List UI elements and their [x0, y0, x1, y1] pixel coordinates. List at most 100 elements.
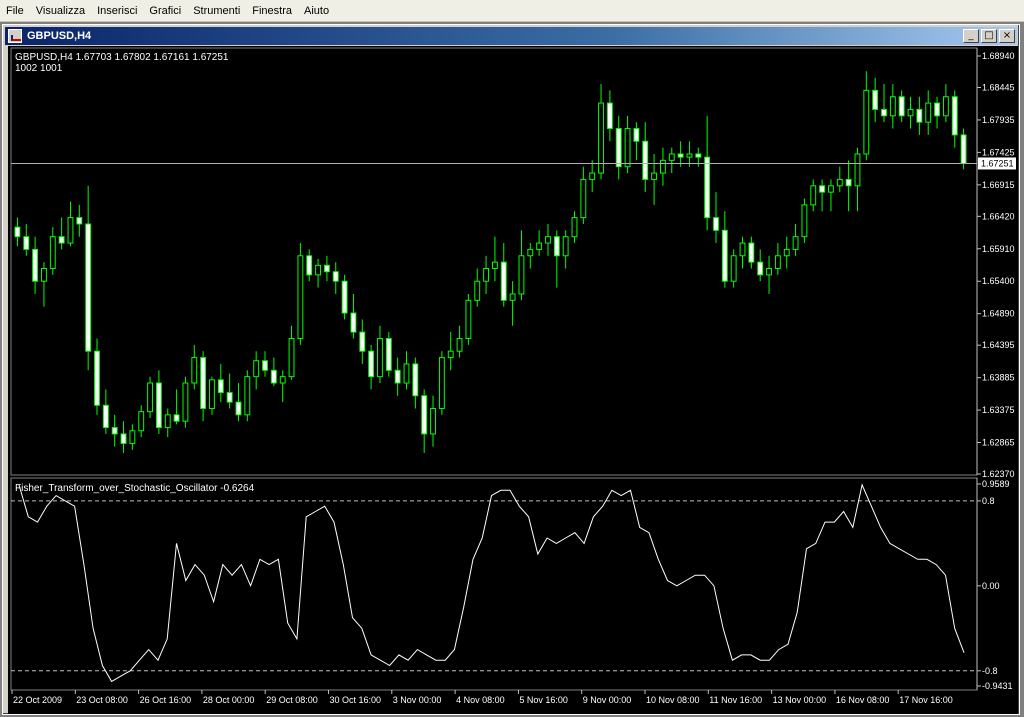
candle-body: [925, 102, 932, 123]
bar-count-info: 1002 1001: [15, 63, 63, 74]
price-tick-label: 1.67425: [982, 147, 1015, 157]
close-button[interactable]: ×: [999, 29, 1015, 43]
candle-body: [200, 357, 207, 409]
time-tick-label: 16 Nov 08:00: [836, 695, 890, 705]
price-tick-label: 1.63885: [982, 373, 1015, 383]
candle-body: [801, 204, 808, 238]
candle-body: [129, 430, 136, 444]
candle-body: [686, 153, 693, 158]
candle-body: [571, 217, 578, 238]
candle-body: [385, 337, 392, 371]
candle-body: [226, 392, 233, 403]
candle-body: [209, 379, 215, 409]
candle-body: [606, 102, 613, 130]
indicator-tick-label: -0.9431: [982, 681, 1013, 691]
last-price-label: 1.67251: [981, 158, 1014, 168]
candle-body: [173, 414, 180, 422]
candle-body: [509, 293, 516, 301]
candle-body: [341, 280, 348, 314]
menu-strumenti[interactable]: Strumenti: [187, 0, 246, 22]
candle-body: [253, 360, 260, 378]
time-tick-label: 11 Nov 16:00: [709, 695, 762, 705]
time-tick-label: 17 Nov 16:00: [899, 695, 953, 705]
candle-body: [279, 376, 286, 384]
time-tick-label: 29 Oct 08:00: [266, 695, 318, 705]
price-tick-label: 1.64890: [982, 309, 1015, 319]
candle-body: [774, 255, 781, 269]
candle-body: [642, 140, 649, 180]
candle-body: [527, 248, 534, 257]
candle-body: [748, 242, 755, 263]
candle-body: [465, 299, 472, 339]
candle-body: [907, 108, 914, 117]
candle-body: [359, 331, 366, 352]
candle-body: [403, 363, 410, 384]
candle-body: [730, 255, 737, 282]
candle-body: [377, 337, 383, 378]
candle-body: [474, 280, 481, 301]
candle-body: [350, 312, 357, 333]
candle-body: [562, 236, 569, 257]
candle-body: [58, 236, 65, 244]
candle-body: [483, 267, 490, 282]
candle-body: [889, 96, 896, 117]
candle-body: [323, 264, 330, 273]
candle-body: [518, 255, 525, 295]
candle-body: [677, 153, 684, 158]
candle-body: [155, 382, 162, 429]
minimize-button[interactable]: _: [963, 29, 979, 43]
price-tick-label: 1.65400: [982, 276, 1015, 286]
candle-body: [262, 360, 268, 371]
time-tick-label: 9 Nov 00:00: [583, 695, 632, 705]
menu-inserisci[interactable]: Inserisci: [91, 0, 143, 22]
candle-body: [412, 363, 419, 397]
chart-canvas[interactable]: GBPUSD,H4 1.67703 1.67802 1.67161 1.6725…: [8, 46, 1018, 714]
candle-body: [67, 217, 74, 244]
candle-body: [111, 427, 118, 435]
time-tick-label: 28 Oct 00:00: [203, 695, 255, 705]
time-tick-label: 5 Nov 16:00: [519, 695, 568, 705]
price-tick-label: 1.63375: [982, 405, 1015, 415]
candle-body: [430, 407, 436, 435]
candle-body: [589, 172, 596, 180]
price-tick-label: 1.67935: [982, 115, 1015, 125]
candle-body: [553, 236, 560, 257]
candle-body: [951, 96, 958, 136]
candle-body: [828, 185, 834, 193]
candle-body: [456, 337, 463, 352]
candle-body: [288, 337, 295, 378]
candle-body: [881, 108, 887, 117]
candle-body: [659, 159, 666, 174]
candle-body: [810, 185, 817, 206]
candle-body: [421, 395, 428, 435]
maximize-button[interactable]: □: [981, 29, 997, 43]
indicator-tick-label: -0.8: [982, 666, 998, 676]
candle-body: [766, 267, 772, 276]
chart-window-titlebar[interactable]: GBPUSD,H4 _ □ ×: [5, 27, 1017, 45]
candle-body: [120, 433, 127, 444]
candle-body: [615, 128, 622, 168]
menu-grafici[interactable]: Grafici: [143, 0, 187, 22]
menu-finestra[interactable]: Finestra: [246, 0, 298, 22]
window-title: GBPUSD,H4: [27, 30, 92, 42]
candle-body: [491, 261, 498, 269]
time-tick-label: 23 Oct 08:00: [76, 695, 128, 705]
menu-aiuto[interactable]: Aiuto: [298, 0, 335, 22]
time-tick-label: 26 Oct 16:00: [140, 695, 192, 705]
candle-body: [598, 102, 604, 174]
candle-body: [32, 248, 39, 282]
candle-body: [633, 128, 640, 142]
price-tick-label: 1.65910: [982, 244, 1015, 254]
price-tick-label: 1.66420: [982, 211, 1015, 221]
candle-body: [235, 401, 242, 416]
menu-visualizza[interactable]: Visualizza: [30, 0, 91, 22]
candle-body: [182, 382, 189, 422]
candle-body: [624, 128, 631, 168]
candle-body: [872, 89, 879, 110]
candle-body: [394, 369, 401, 384]
candle-body: [695, 153, 702, 158]
candle-body: [191, 357, 198, 384]
candle-body: [138, 411, 145, 432]
candle-body: [447, 350, 454, 359]
menu-file[interactable]: File: [0, 0, 30, 22]
